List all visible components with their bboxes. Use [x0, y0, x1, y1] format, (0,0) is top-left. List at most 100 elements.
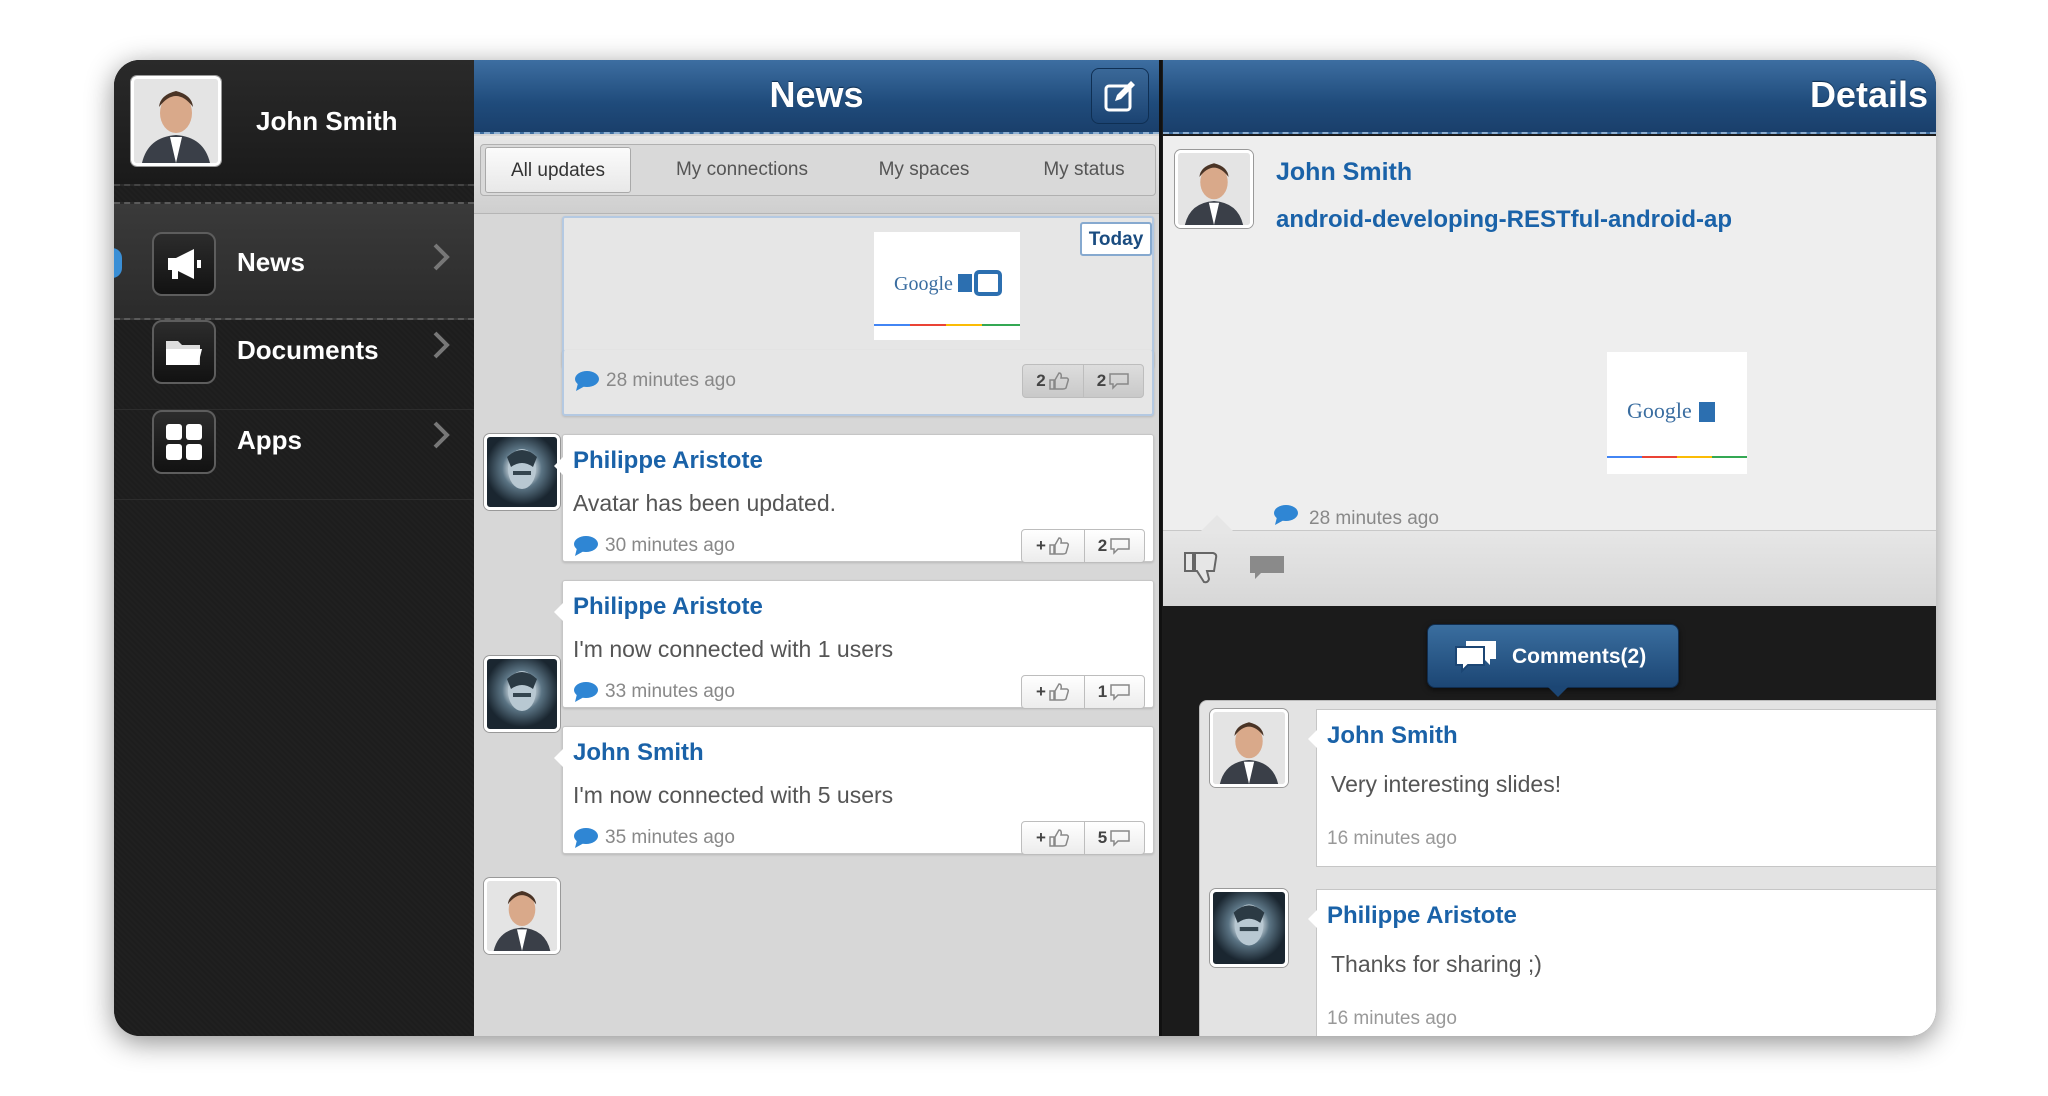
post-author[interactable]: John Smith [1276, 158, 1412, 187]
comment-author[interactable]: Philippe Aristote [1327, 902, 1517, 930]
news-panel: News All updates My connections My space… [474, 60, 1162, 1036]
avatar[interactable] [484, 878, 560, 954]
comment-count: 2 [1096, 371, 1107, 390]
details-post: John Smith android-developing-RESTful-an… [1163, 136, 1936, 592]
card-pointer [554, 749, 563, 767]
thumbs-up-icon [1049, 829, 1070, 847]
comment-avatar[interactable] [1210, 709, 1288, 787]
filter-segmented-control: All updates My connections My spaces My … [480, 144, 1156, 196]
activity-author[interactable]: John Smith [573, 739, 704, 767]
comment-icon [1110, 538, 1130, 555]
details-panel: Details John Smith android-developing-RE… [1163, 60, 1936, 1036]
comment-bubble-icon [1273, 504, 1299, 531]
action-bar-pointer [1201, 515, 1233, 531]
comment-icon [1110, 684, 1130, 701]
like-button[interactable]: + [1022, 530, 1084, 562]
comment-bubble-icon [574, 370, 600, 397]
google-io-image[interactable]: Google [1607, 352, 1747, 474]
card-pointer [1308, 910, 1317, 928]
comment-text: Very interesting slides! [1331, 771, 1562, 797]
sidebar-item-label: Apps [237, 425, 302, 455]
activity-actions: 2 2 [1022, 364, 1144, 398]
dislike-button[interactable] [1183, 549, 1223, 590]
user-avatar [131, 76, 221, 166]
sidebar-item-label: Documents [237, 335, 379, 365]
activity-text: I'm now connected with 5 users [573, 782, 894, 808]
chevron-right-icon [432, 330, 450, 365]
filter-my-connections[interactable]: My connections [667, 145, 817, 195]
comment-bubble-icon [573, 827, 599, 854]
filter-my-spaces[interactable]: My spaces [859, 145, 989, 195]
comment-text: Thanks for sharing ;) [1331, 951, 1542, 977]
page-title: News [769, 74, 864, 115]
comments-list: John Smith Very interesting slides! 16 m… [1199, 700, 1936, 1036]
like-label: + [1036, 828, 1046, 847]
compose-icon [1104, 81, 1135, 112]
megaphone-icon [152, 232, 216, 296]
comments-button[interactable]: Comments(2) [1427, 624, 1679, 697]
activity-time: 35 minutes ago [605, 827, 735, 848]
post-title-link[interactable]: android-developing-RESTful-android-ap [1276, 206, 1732, 234]
activity-card[interactable]: Philippe Aristote I'm now connected with… [554, 580, 1154, 709]
comment-icon [1110, 830, 1130, 847]
filter-my-status[interactable]: My status [1017, 145, 1151, 195]
speech-bubble-icon [1250, 556, 1284, 579]
comment-item: Philippe Aristote Thanks for sharing ;) … [1308, 889, 1936, 1036]
compose-button[interactable] [1091, 68, 1149, 124]
comment-time: 16 minutes ago [1327, 828, 1457, 849]
comment-icon [1109, 373, 1129, 390]
comment-button[interactable]: 2 [1084, 530, 1144, 562]
comments-button-label: Comments(2) [1512, 645, 1647, 668]
avatar[interactable] [484, 434, 560, 510]
filter-all-updates[interactable]: All updates [485, 147, 631, 193]
post-time: 28 minutes ago [1309, 508, 1439, 529]
app-window: John Smith News Documents Apps News All … [114, 60, 1936, 1036]
comment-button[interactable]: 1 [1084, 676, 1144, 708]
comment-bubble-icon [573, 681, 599, 708]
activity-actions: + 1 [1021, 675, 1145, 709]
user-profile[interactable]: John Smith [114, 60, 474, 186]
filter-bar: All updates My connections My spaces My … [474, 136, 1159, 214]
activity-text: I'm now connected with 1 users [573, 636, 894, 662]
sidebar-item-apps[interactable]: Apps [114, 382, 474, 500]
thumbs-up-icon [1049, 537, 1070, 555]
card-pointer [1308, 730, 1317, 748]
comments-pointer [1548, 687, 1568, 697]
activity-text: Avatar has been updated. [573, 490, 837, 516]
activity-card-footer: 28 minutes ago 2 2 [562, 350, 1154, 416]
activity-card[interactable]: Philippe Aristote Avatar has been update… [554, 434, 1154, 563]
activity-card[interactable]: John Smith I'm now connected with 5 user… [554, 726, 1154, 855]
like-button[interactable]: + [1022, 676, 1084, 708]
like-button[interactable]: + [1022, 822, 1084, 854]
activity-card-selected[interactable]: Today Google [562, 216, 1154, 368]
google-io-thumbnail[interactable]: Google [874, 232, 1020, 340]
activity-author[interactable]: Philippe Aristote [573, 447, 763, 475]
like-button[interactable]: 2 [1023, 365, 1083, 397]
chevron-right-icon [432, 242, 450, 277]
comment-action-button[interactable] [1247, 553, 1287, 588]
avatar[interactable] [484, 656, 560, 732]
comment-time: 16 minutes ago [1327, 1008, 1457, 1029]
activity-author[interactable]: Philippe Aristote [573, 593, 763, 621]
user-name: John Smith [256, 106, 398, 136]
thumbs-up-icon [1049, 683, 1070, 701]
comment-bubble-icon [573, 535, 599, 562]
news-header: News [474, 60, 1159, 134]
details-header: Details [1163, 60, 1936, 134]
sidebar: John Smith News Documents Apps [114, 60, 474, 1036]
like-label: + [1036, 682, 1046, 701]
today-badge: Today [1080, 222, 1152, 256]
comments-icon [1455, 641, 1496, 674]
author-avatar[interactable] [1175, 150, 1253, 228]
details-title: Details [1809, 74, 1928, 115]
comment-button[interactable]: 5 [1084, 822, 1144, 854]
svg-text:Google: Google [1627, 398, 1692, 423]
card-pointer [554, 457, 563, 475]
comment-author[interactable]: John Smith [1327, 722, 1458, 750]
activity-actions: + 2 [1021, 529, 1145, 563]
comment-count: 1 [1097, 682, 1108, 701]
apps-grid-icon [152, 410, 216, 474]
comment-avatar[interactable] [1210, 889, 1288, 967]
active-indicator [114, 248, 122, 278]
comment-button[interactable]: 2 [1083, 365, 1143, 397]
